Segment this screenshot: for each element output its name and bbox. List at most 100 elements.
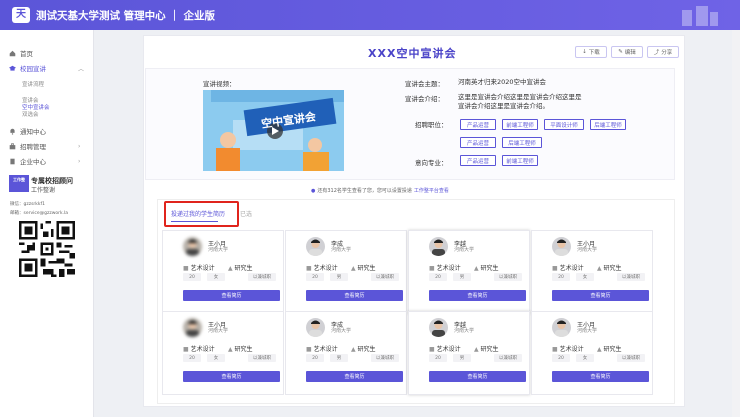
sidebar-item-notice[interactable]: 通知中心: [9, 126, 46, 136]
sidebar-subitem-fair[interactable]: 双选会: [22, 110, 39, 118]
sidebar-item-campus[interactable]: 校园宣讲 ︿: [9, 63, 87, 73]
major-icon: ■: [183, 265, 189, 272]
major-icon: ■: [552, 265, 558, 272]
qr-code: [19, 221, 75, 277]
student-tag: 女: [207, 273, 225, 281]
student-tag: 20: [429, 273, 447, 281]
advisor-email: 邮箱：service@gzzwork.la: [10, 211, 69, 216]
avatar: [429, 237, 448, 256]
positions-label: 招聘职位：: [415, 121, 448, 129]
major-icon: ■: [306, 265, 312, 272]
sidebar-item-label: 企业中心: [20, 158, 46, 166]
degree-value: 研究生: [603, 346, 622, 353]
briefcase-icon: [9, 142, 16, 149]
view-resume-button[interactable]: 查看简历: [306, 290, 403, 301]
major-value: 艺术设计: [190, 265, 215, 272]
resume-card: 李越 河南大学 ■ 艺术设计 ▲ 研究生 20 男以兼城职 查看简历: [408, 230, 530, 314]
view-resume-button[interactable]: 查看简历: [183, 290, 280, 301]
view-notice: ● 还有312名学生查看了您，您可以设置投递 工作整平台查看: [311, 187, 449, 195]
view-resume-button[interactable]: 查看简历: [306, 371, 403, 382]
student-tag: 20: [429, 354, 447, 362]
view-resume-button[interactable]: 查看简历: [429, 290, 526, 301]
video-player[interactable]: 空中宣讲会: [203, 90, 344, 171]
campus-icon: [9, 65, 16, 71]
share-button[interactable]: ⤴ 分享: [647, 46, 679, 58]
major-icon: ■: [306, 346, 312, 353]
download-button[interactable]: ↓ 下载: [575, 46, 607, 58]
student-major: ■ 艺术设计: [183, 344, 215, 353]
student-major: ■ 艺术设计: [429, 344, 461, 353]
sidebar-item-label: 校园宣讲: [20, 65, 46, 73]
student-major: ■ 艺术设计: [552, 263, 584, 272]
position-tag: 产品运营: [460, 137, 496, 148]
notice-link[interactable]: 工作整平台查看: [414, 187, 449, 194]
chevron-up-icon: ︿: [78, 65, 85, 73]
view-resume-button[interactable]: 查看简历: [429, 371, 526, 382]
major-icon: ■: [552, 346, 558, 353]
sidebar-item-recruit[interactable]: 招聘管理 ›: [9, 141, 87, 151]
student-school: 河南大学: [454, 247, 475, 253]
sidebar-item-home[interactable]: 首页: [9, 48, 33, 58]
notice-text: 还有312名学生查看了您，您可以设置投递: [317, 188, 412, 194]
student-tag: 以兼城职: [371, 273, 399, 281]
resume-card: 王小月 河南大学 ■ 艺术设计 ▲ 研究生 20 女以兼城职 查看简历: [531, 230, 653, 314]
student-tag: 女: [576, 354, 594, 362]
degree-value: 研究生: [357, 265, 376, 272]
view-resume-button[interactable]: 查看简历: [183, 371, 280, 382]
student-school: 河南大学: [208, 328, 229, 334]
degree-icon: ▲: [474, 265, 479, 272]
view-resume-button[interactable]: 查看简历: [552, 371, 649, 382]
building-icon: [10, 158, 15, 164]
avatar: [552, 237, 571, 256]
student-degree: ▲ 研究生: [351, 263, 376, 272]
resume-card: 李越 河南大学 ■ 艺术设计 ▲ 研究生 20 男以兼城职 查看简历: [408, 311, 530, 395]
student-school: 河南大学: [577, 247, 598, 253]
degree-icon: ▲: [597, 346, 602, 353]
degree-value: 研究生: [480, 346, 499, 353]
major-value: 艺术设计: [313, 346, 338, 353]
video-label: 宣讲视频：: [203, 80, 236, 88]
chevron-right-icon: ›: [78, 142, 81, 150]
advisor-subtitle: 工作整谢: [31, 187, 56, 194]
view-resume-button[interactable]: 查看简历: [552, 290, 649, 301]
student-tag: 以兼城职: [494, 273, 522, 281]
resume-card: 王小月 河南大学 ■ 艺术设计 ▲ 研究生 20 女以兼城职 查看简历: [162, 311, 284, 395]
student-tag: 以兼城职: [371, 354, 399, 362]
edit-button[interactable]: ✎ 编辑: [611, 46, 643, 58]
resume-card: 王小月 河南大学 ■ 艺术设计 ▲ 研究生 20 女以兼城职 查看简历: [162, 230, 284, 314]
resume-card: 李成 河南大学 ■ 艺术设计 ▲ 研究生 20 男以兼城职 查看简历: [285, 311, 407, 395]
home-icon: [9, 50, 16, 56]
download-label: 下载: [588, 50, 600, 56]
sidebar-subitem-process[interactable]: 宣讲流程: [22, 80, 44, 88]
majors-label: 意向专业：: [415, 159, 448, 167]
page-scrollbar[interactable]: [732, 30, 740, 417]
sidebar-item-enterprise[interactable]: 企业中心 ›: [9, 156, 87, 166]
student-school: 河南大学: [454, 328, 475, 334]
major-value: 艺术设计: [436, 346, 461, 353]
student-tag: 以兼城职: [248, 354, 276, 362]
degree-value: 研究生: [603, 265, 622, 272]
major-value: 艺术设计: [190, 346, 215, 353]
tab-selected[interactable]: 已选: [240, 209, 252, 218]
degree-value: 研究生: [357, 346, 376, 353]
position-tag: 后端工程师: [502, 137, 542, 148]
position-tag: 前端工程师: [502, 119, 538, 130]
student-major: ■ 艺术设计: [306, 263, 338, 272]
major-icon: ■: [183, 346, 189, 353]
edit-label: 编辑: [624, 50, 636, 56]
degree-value: 研究生: [234, 265, 253, 272]
theme-value: 河南英才归来2020空中宣讲会: [458, 78, 547, 86]
major-value: 艺术设计: [436, 265, 461, 272]
bell-icon: [10, 128, 15, 135]
major-tag: 前端工程师: [502, 155, 538, 166]
info-icon: ●: [311, 187, 316, 194]
student-tag: 男: [453, 354, 471, 362]
student-tag: 男: [453, 273, 471, 281]
degree-value: 研究生: [234, 346, 253, 353]
student-tag: 20: [552, 354, 570, 362]
degree-icon: ▲: [228, 346, 233, 353]
advisor-logo: 工作整: [9, 175, 29, 192]
share-icon: ⤴: [653, 50, 660, 56]
sidebar-item-label: 招聘管理: [20, 143, 46, 151]
student-major: ■ 艺术设计: [306, 344, 338, 353]
